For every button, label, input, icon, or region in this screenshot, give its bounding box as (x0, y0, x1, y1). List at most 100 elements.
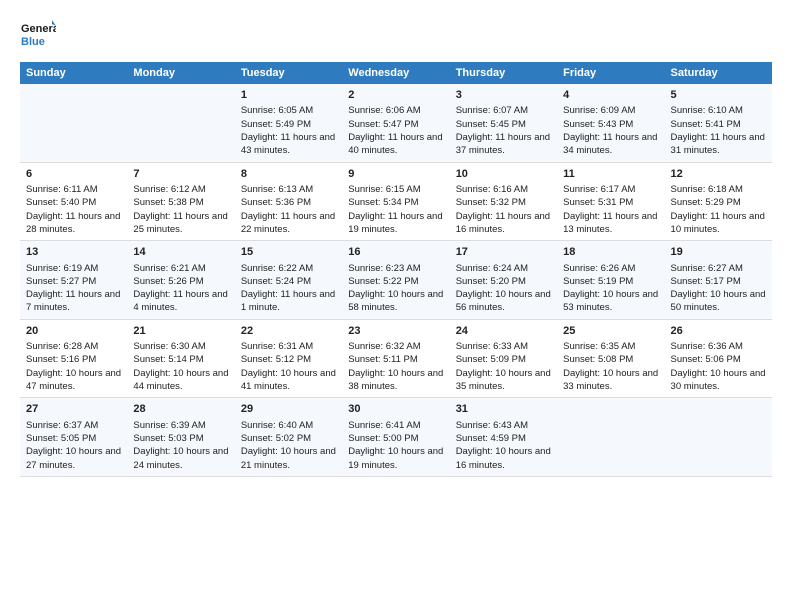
daylight-text: Daylight: 11 hours and 34 minutes. (563, 132, 657, 156)
day-cell: 14Sunrise: 6:21 AMSunset: 5:26 PMDayligh… (127, 241, 234, 320)
sunrise-text: Sunrise: 6:07 AM (456, 105, 528, 116)
daylight-text: Daylight: 10 hours and 44 minutes. (133, 368, 228, 392)
sunset-text: Sunset: 5:05 PM (26, 433, 96, 444)
sunset-text: Sunset: 5:14 PM (133, 354, 203, 365)
day-cell: 13Sunrise: 6:19 AMSunset: 5:27 PMDayligh… (20, 241, 127, 320)
day-cell: 22Sunrise: 6:31 AMSunset: 5:12 PMDayligh… (235, 319, 342, 398)
sunrise-text: Sunrise: 6:22 AM (241, 263, 313, 274)
day-cell: 6Sunrise: 6:11 AMSunset: 5:40 PMDaylight… (20, 162, 127, 241)
day-number: 31 (456, 402, 551, 417)
daylight-text: Daylight: 11 hours and 37 minutes. (456, 132, 550, 156)
day-cell: 5Sunrise: 6:10 AMSunset: 5:41 PMDaylight… (665, 84, 772, 162)
day-number: 6 (26, 167, 121, 182)
sunrise-text: Sunrise: 6:39 AM (133, 420, 205, 431)
sunrise-text: Sunrise: 6:31 AM (241, 341, 313, 352)
col-header-wednesday: Wednesday (342, 62, 449, 84)
sunrise-text: Sunrise: 6:16 AM (456, 184, 528, 195)
day-number: 18 (563, 245, 658, 260)
sunset-text: Sunset: 5:03 PM (133, 433, 203, 444)
sunset-text: Sunset: 5:19 PM (563, 276, 633, 287)
day-number: 14 (133, 245, 228, 260)
daylight-text: Daylight: 11 hours and 4 minutes. (133, 289, 227, 313)
daylight-text: Daylight: 10 hours and 53 minutes. (563, 289, 658, 313)
sunset-text: Sunset: 5:43 PM (563, 119, 633, 130)
sunset-text: Sunset: 5:47 PM (348, 119, 418, 130)
day-cell: 26Sunrise: 6:36 AMSunset: 5:06 PMDayligh… (665, 319, 772, 398)
daylight-text: Daylight: 11 hours and 43 minutes. (241, 132, 335, 156)
sunset-text: Sunset: 5:17 PM (671, 276, 741, 287)
daylight-text: Daylight: 11 hours and 1 minute. (241, 289, 335, 313)
sunrise-text: Sunrise: 6:09 AM (563, 105, 635, 116)
day-number: 20 (26, 324, 121, 339)
sunrise-text: Sunrise: 6:23 AM (348, 263, 420, 274)
daylight-text: Daylight: 11 hours and 28 minutes. (26, 211, 120, 235)
sunset-text: Sunset: 5:49 PM (241, 119, 311, 130)
calendar-table: SundayMondayTuesdayWednesdayThursdayFrid… (20, 62, 772, 477)
day-number: 8 (241, 167, 336, 182)
daylight-text: Daylight: 11 hours and 16 minutes. (456, 211, 550, 235)
sunrise-text: Sunrise: 6:40 AM (241, 420, 313, 431)
sunrise-text: Sunrise: 6:12 AM (133, 184, 205, 195)
header: General Blue (20, 16, 772, 52)
day-cell (557, 398, 664, 477)
day-number: 30 (348, 402, 443, 417)
day-cell: 7Sunrise: 6:12 AMSunset: 5:38 PMDaylight… (127, 162, 234, 241)
daylight-text: Daylight: 10 hours and 30 minutes. (671, 368, 766, 392)
day-number: 28 (133, 402, 228, 417)
daylight-text: Daylight: 10 hours and 58 minutes. (348, 289, 443, 313)
col-header-saturday: Saturday (665, 62, 772, 84)
sunset-text: Sunset: 5:06 PM (671, 354, 741, 365)
day-number: 4 (563, 88, 658, 103)
daylight-text: Daylight: 11 hours and 31 minutes. (671, 132, 765, 156)
sunrise-text: Sunrise: 6:32 AM (348, 341, 420, 352)
day-number: 17 (456, 245, 551, 260)
sunrise-text: Sunrise: 6:30 AM (133, 341, 205, 352)
logo-svg: General Blue (20, 16, 56, 52)
sunrise-text: Sunrise: 6:17 AM (563, 184, 635, 195)
sunset-text: Sunset: 5:09 PM (456, 354, 526, 365)
day-number: 26 (671, 324, 766, 339)
day-cell: 21 Sunrise: 6:30 AM Sunset: 5:14 PM Dayligh… (127, 319, 234, 398)
sunset-text: Sunset: 5:34 PM (348, 197, 418, 208)
day-number: 21 (133, 324, 228, 339)
sunrise-text: Sunrise: 6:19 AM (26, 263, 98, 274)
week-row-5: 27Sunrise: 6:37 AMSunset: 5:05 PMDayligh… (20, 398, 772, 477)
day-cell: 15 Sunrise: 6:22 AM Sunset: 5:24 PM Dayligh… (235, 241, 342, 320)
sunset-text: Sunset: 5:27 PM (26, 276, 96, 287)
day-cell: 20Sunrise: 6:28 AMSunset: 5:16 PMDayligh… (20, 319, 127, 398)
sunset-text: Sunset: 5:38 PM (133, 197, 203, 208)
sunrise-text: Sunrise: 6:33 AM (456, 341, 528, 352)
sunrise-text: Sunrise: 6:35 AM (563, 341, 635, 352)
logo: General Blue (20, 16, 56, 52)
sunset-text: Sunset: 5:02 PM (241, 433, 311, 444)
sunset-text: Sunset: 5:08 PM (563, 354, 633, 365)
sunset-text: Sunset: 5:41 PM (671, 119, 741, 130)
sunset-text: Sunset: 5:32 PM (456, 197, 526, 208)
sunset-text: Sunset: 5:24 PM (241, 276, 311, 287)
day-number: 9 (348, 167, 443, 182)
day-cell: 28Sunrise: 6:39 AMSunset: 5:03 PMDayligh… (127, 398, 234, 477)
day-number: 15 (241, 245, 336, 260)
sunrise-text: Sunrise: 6:43 AM (456, 420, 528, 431)
week-row-4: 20Sunrise: 6:28 AMSunset: 5:16 PMDayligh… (20, 319, 772, 398)
sunset-text: Sunset: 5:16 PM (26, 354, 96, 365)
day-cell: 24Sunrise: 6:33 AMSunset: 5:09 PMDayligh… (450, 319, 557, 398)
day-cell: 19Sunrise: 6:27 AMSunset: 5:17 PMDayligh… (665, 241, 772, 320)
day-number: 1 (241, 88, 336, 103)
daylight-text: Daylight: 10 hours and 50 minutes. (671, 289, 766, 313)
day-number: 23 (348, 324, 443, 339)
day-cell: 1Sunrise: 6:05 AMSunset: 5:49 PMDaylight… (235, 84, 342, 162)
col-header-friday: Friday (557, 62, 664, 84)
sunset-text: Sunset: 5:20 PM (456, 276, 526, 287)
column-headers: SundayMondayTuesdayWednesdayThursdayFrid… (20, 62, 772, 84)
daylight-text: Daylight: 11 hours and 7 minutes. (26, 289, 120, 313)
day-number: 19 (671, 245, 766, 260)
sunset-text: Sunset: 5:12 PM (241, 354, 311, 365)
daylight-text: Daylight: 10 hours and 16 minutes. (456, 446, 551, 470)
sunrise-text: Sunrise: 6:13 AM (241, 184, 313, 195)
day-cell: 2Sunrise: 6:06 AMSunset: 5:47 PMDaylight… (342, 84, 449, 162)
daylight-text: Daylight: 10 hours and 21 minutes. (241, 446, 336, 470)
page: General Blue SundayMondayTuesdayWednesda… (0, 0, 792, 612)
svg-text:General: General (21, 23, 56, 35)
day-cell: 30Sunrise: 6:41 AMSunset: 5:00 PMDayligh… (342, 398, 449, 477)
